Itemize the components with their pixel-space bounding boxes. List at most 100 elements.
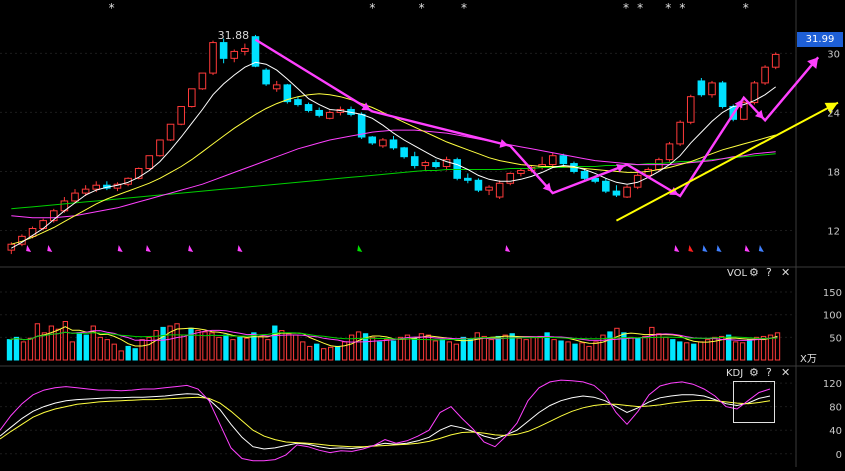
volume-bar-up	[216, 336, 222, 361]
chart-root: 31.88 * * * * * * * * * 30 24 18 12 150 100 50 120 80 40 0 …	[0, 0, 845, 467]
volume-bar-up	[48, 325, 55, 361]
star-marker: *	[109, 1, 115, 15]
axis-layer: 30 24 18 12 150 100 50 120 80 40 0	[823, 49, 842, 460]
volume-bar-down	[677, 341, 683, 361]
volume-bar-up	[739, 342, 746, 361]
volume-bar-down	[411, 337, 418, 361]
volume-bar-up	[523, 339, 529, 361]
volume-bar-up	[642, 335, 648, 361]
volume-bar-down	[376, 341, 383, 361]
signal-arrow-marker	[744, 245, 750, 252]
kdj-help-icon[interactable]: ?	[766, 367, 772, 379]
candle-up	[517, 169, 525, 174]
volume-bar-up	[286, 333, 292, 361]
vol-ma20-line	[9, 331, 778, 341]
volume-bar-down	[334, 345, 341, 361]
volume-bar-up	[649, 326, 655, 361]
candle-up	[241, 47, 249, 52]
volume-bar-up	[593, 341, 599, 361]
vol-tick-label: 100	[823, 311, 842, 322]
signal-arrow-marker	[758, 245, 764, 252]
candle-up	[771, 53, 780, 68]
candle-up	[326, 111, 334, 119]
star-marker: *	[623, 1, 629, 15]
volume-bar-up	[69, 341, 75, 361]
vol-close-icon[interactable]: ✕	[781, 267, 790, 279]
support-trendline-annotation	[615, 101, 839, 222]
candle-up	[623, 186, 631, 198]
volume-bar-up	[628, 336, 634, 361]
candle-down	[697, 80, 706, 96]
candle-down	[580, 170, 589, 179]
volume-bar-up	[327, 346, 334, 361]
volume-bar-up	[27, 337, 34, 361]
volume-bar-up	[181, 334, 187, 361]
candle-down	[304, 104, 313, 111]
candle-up	[230, 50, 239, 59]
volume-bar-up	[153, 330, 159, 361]
volume-bar-up	[432, 340, 439, 361]
vol-unit-label: X万	[800, 354, 817, 365]
volume-bar-down	[746, 339, 753, 361]
price-tick-label: 24	[827, 108, 840, 119]
candle-down	[368, 136, 377, 144]
candle-down	[294, 99, 302, 106]
candle-up	[272, 84, 281, 90]
signal-arrow-marker	[688, 245, 694, 252]
volume-bar-down	[621, 332, 627, 361]
volume-bar-down	[467, 339, 473, 361]
signal-arrow-marker	[674, 245, 680, 252]
star-marker: *	[419, 1, 425, 15]
stock-chart-svg: 31.88 * * * * * * * * * 30 24 18 12 150 100 50 120 80 40 0	[0, 0, 845, 467]
candle-down	[432, 162, 440, 168]
vol-tick-label: 150	[823, 288, 842, 299]
star-marker: *	[369, 1, 375, 15]
vol-gear-icon[interactable]: ⚙	[749, 267, 759, 279]
vol-help-icon[interactable]: ?	[766, 267, 772, 279]
candle-up	[92, 184, 101, 190]
candle-up	[145, 155, 154, 169]
volume-bar-up	[258, 335, 264, 361]
candle-up	[198, 72, 207, 90]
volume-bar-up	[20, 341, 27, 361]
volume-bar-down	[314, 343, 320, 361]
volume-bar-down	[83, 334, 89, 361]
volume-bar-up	[614, 327, 620, 361]
volume-bar-up	[41, 332, 48, 361]
signal-arrow-marker	[505, 245, 511, 252]
volume-bar-down	[635, 337, 641, 361]
candle-up	[187, 88, 196, 108]
price-tick-label: 30	[827, 49, 840, 60]
volume-bar-up	[321, 348, 327, 361]
volume-panel	[6, 321, 781, 361]
vol-panel-title: VOL	[727, 268, 748, 279]
kdj-highlight-box	[733, 381, 775, 423]
volume-bar-down	[13, 336, 20, 361]
star-marker: *	[665, 1, 671, 15]
candle-down	[315, 109, 323, 116]
signal-arrow-marker	[47, 245, 53, 252]
volume-bar-down	[272, 325, 278, 361]
kdj-tick-label: 80	[829, 403, 842, 414]
volume-bar-up	[530, 336, 536, 361]
signal-arrow-marker	[188, 245, 194, 252]
volume-bar-down	[390, 340, 397, 361]
volume-bar-down	[670, 339, 676, 361]
volume-bar-up	[705, 339, 711, 361]
volume-bar-up	[383, 339, 390, 361]
kdj-gear-icon[interactable]: ⚙	[749, 367, 759, 379]
signal-arrow-marker	[26, 245, 32, 252]
volume-bar-down	[188, 327, 194, 361]
candle-up	[495, 182, 504, 198]
candle-up	[379, 139, 387, 147]
ma5-line	[11, 61, 776, 249]
candle-up	[156, 139, 164, 157]
kdj-close-icon[interactable]: ✕	[781, 367, 790, 379]
kdj-panel-title: KDJ	[726, 368, 744, 379]
candle-down	[410, 156, 419, 167]
volume-bar-up	[551, 339, 557, 361]
volume-bar-up	[293, 334, 299, 361]
volume-bar-up	[104, 339, 110, 361]
volume-bar-up	[684, 342, 690, 361]
volume-bar-up	[753, 336, 760, 361]
